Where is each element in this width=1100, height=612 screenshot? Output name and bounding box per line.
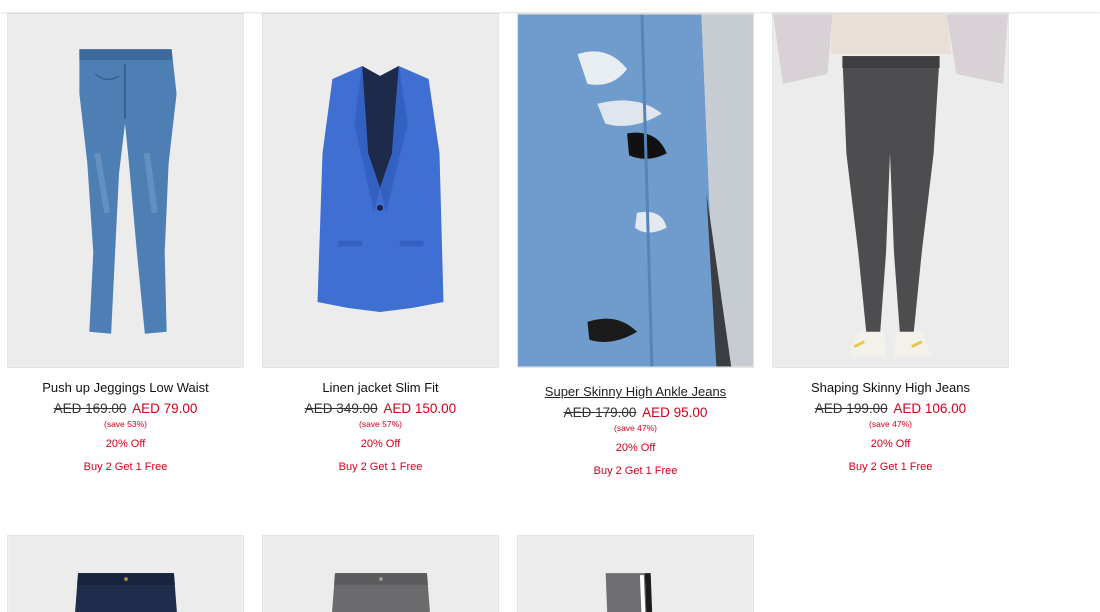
original-price: AED 179.00	[563, 405, 637, 420]
product-image[interactable]	[517, 13, 754, 368]
sale-price: AED 150.00	[383, 401, 457, 416]
ripped-jeans-closeup-image	[518, 14, 753, 367]
promo-offer: Buy 2 Get 1 Free	[593, 465, 678, 477]
product-name[interactable]: Shaping Skinny High Jeans	[772, 380, 1009, 396]
product-image[interactable]	[262, 535, 499, 612]
product-image[interactable]	[7, 535, 244, 612]
product-card[interactable]: Linen jacket Slim Fit AED 349.00 AED 150…	[262, 13, 499, 474]
blue-linen-jacket-image	[263, 14, 498, 367]
savings-text: (save 53%)	[104, 419, 147, 429]
product-image[interactable]	[772, 13, 1009, 368]
product-card[interactable]	[517, 535, 754, 612]
sale-price: AED 95.00	[642, 405, 708, 420]
discount-badge: 20% Off	[360, 438, 401, 450]
dark-denim-shorts-image	[9, 536, 242, 612]
product-image[interactable]	[7, 13, 244, 368]
grey-denim-shorts-image	[264, 536, 497, 612]
grey-sweatpants-image	[519, 536, 752, 612]
original-price: AED 199.00	[814, 401, 888, 416]
blue-skinny-jeans-image	[8, 14, 243, 367]
sale-price: AED 106.00	[893, 401, 967, 416]
price-row: AED 169.00 AED 79.00	[7, 401, 244, 417]
promo-offer: Buy 2 Get 1 Free	[848, 461, 933, 473]
discount-badge: 20% Off	[615, 442, 656, 454]
original-price: AED 169.00	[53, 401, 127, 416]
product-image[interactable]	[262, 13, 499, 368]
original-price: AED 349.00	[304, 401, 378, 416]
price-row: AED 179.00 AED 95.00	[517, 405, 754, 421]
product-card[interactable]	[7, 535, 244, 612]
discount-badge: 20% Off	[870, 438, 911, 450]
product-card[interactable]: Super Skinny High Ankle Jeans AED 179.00…	[517, 13, 754, 478]
savings-text: (save 47%)	[869, 419, 912, 429]
promo-offer: Buy 2 Get 1 Free	[83, 461, 168, 473]
savings-text: (save 57%)	[359, 419, 402, 429]
savings-text: (save 47%)	[614, 423, 657, 433]
product-grid: Push up Jeggings Low Waist AED 169.00 AE…	[0, 0, 1100, 612]
product-card[interactable]: Push up Jeggings Low Waist AED 169.00 AE…	[7, 13, 244, 474]
product-name[interactable]: Super Skinny High Ankle Jeans	[517, 384, 754, 400]
product-image[interactable]	[517, 535, 754, 612]
product-card[interactable]	[262, 535, 499, 612]
price-row: AED 199.00 AED 106.00	[772, 401, 1009, 417]
header-bar	[0, 0, 1100, 12]
price-row: AED 349.00 AED 150.00	[262, 401, 499, 417]
discount-badge: 20% Off	[105, 438, 146, 450]
promo-offer: Buy 2 Get 1 Free	[338, 461, 423, 473]
sale-price: AED 79.00	[132, 401, 198, 416]
product-name[interactable]: Linen jacket Slim Fit	[262, 380, 499, 396]
grey-skinny-jeans-model-image	[773, 14, 1008, 367]
product-name[interactable]: Push up Jeggings Low Waist	[7, 380, 244, 396]
product-card[interactable]: Shaping Skinny High Jeans AED 199.00 AED…	[772, 13, 1009, 474]
